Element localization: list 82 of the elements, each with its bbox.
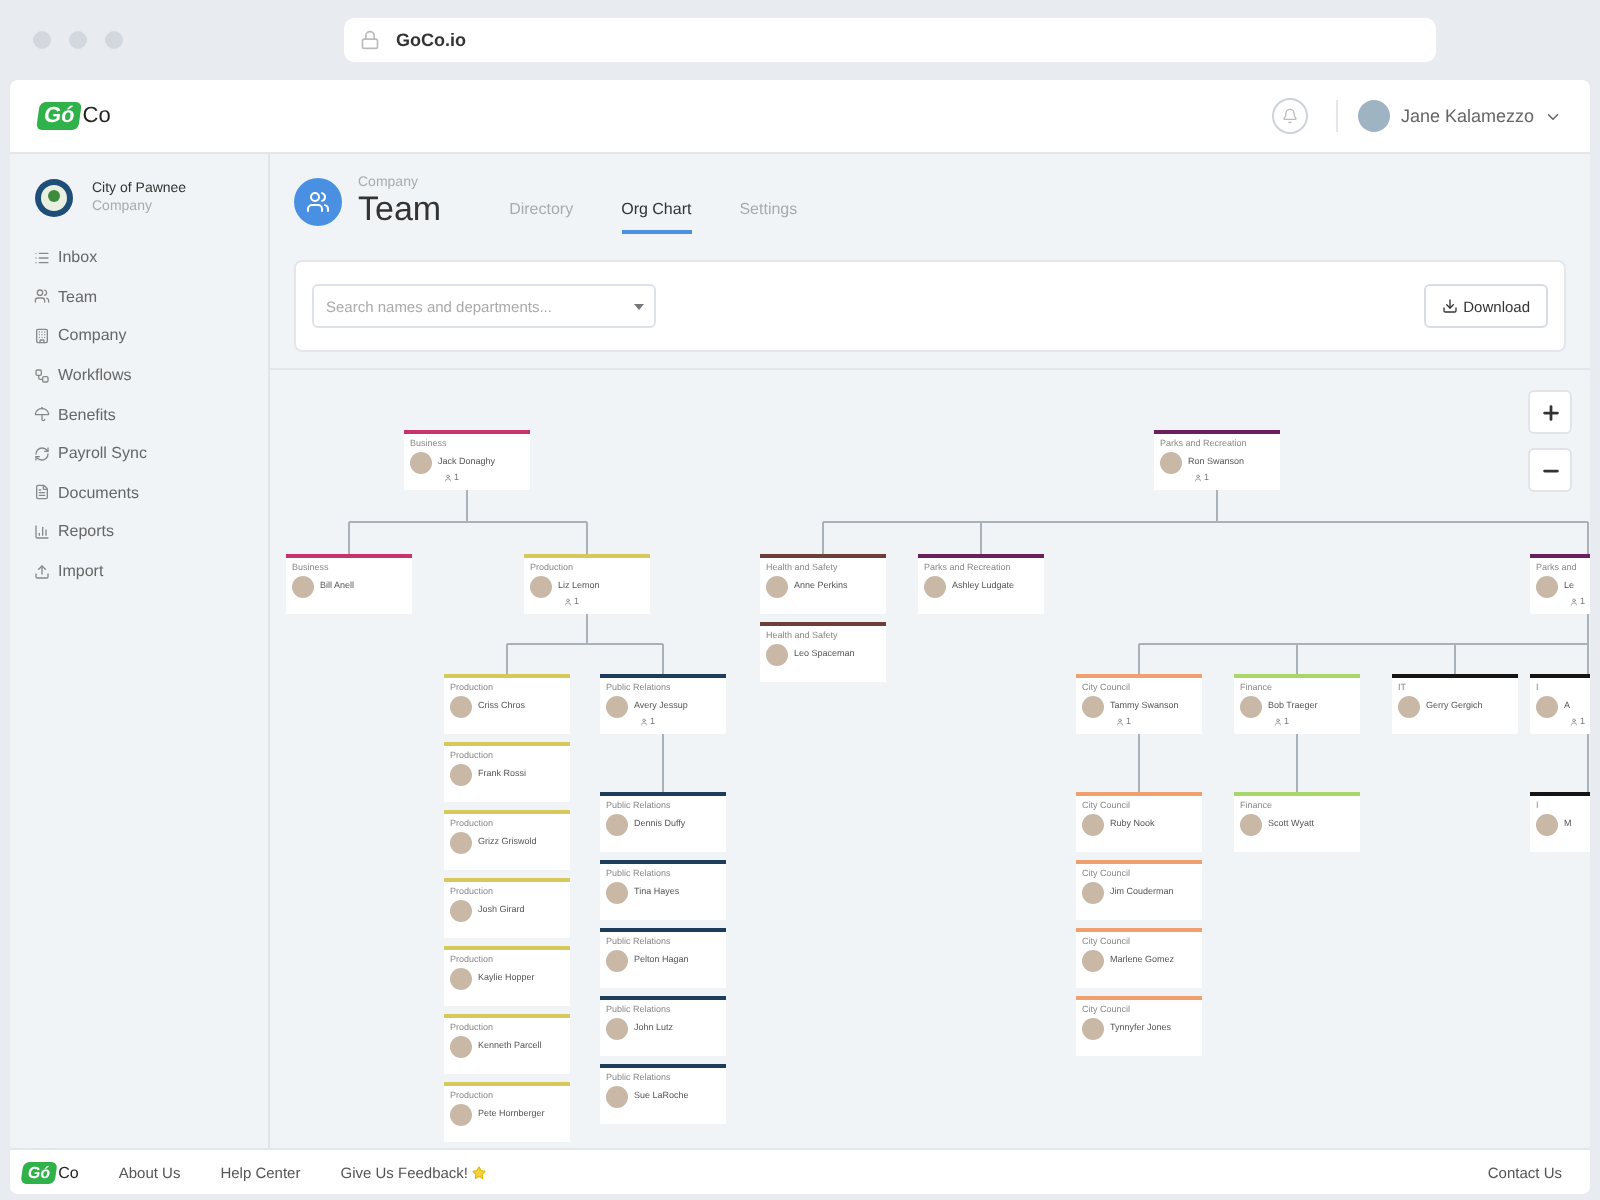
user-menu[interactable]: Jane Kalamezzo	[1336, 100, 1562, 132]
sidebar-item-icon	[34, 406, 50, 423]
bell-icon	[1282, 108, 1299, 124]
avatar-icon	[1398, 696, 1420, 718]
person-icon	[640, 717, 648, 725]
people-icon	[306, 190, 330, 214]
zoom-in-button[interactable]	[1528, 390, 1572, 434]
sidebar-item[interactable]: Workflows	[34, 355, 132, 395]
lock-icon	[360, 30, 380, 50]
zoom-out-button[interactable]	[1528, 448, 1572, 492]
avatar-icon	[1536, 696, 1558, 718]
avatar-icon	[1240, 696, 1262, 718]
connector-line	[1587, 733, 1589, 793]
person-icon	[444, 473, 452, 481]
connector-line	[662, 733, 664, 793]
connector-line	[1296, 733, 1298, 793]
tab[interactable]: Org Chart	[621, 187, 692, 233]
avatar-icon	[1536, 814, 1558, 836]
avatar-icon	[1358, 100, 1391, 132]
plus-icon	[1539, 401, 1561, 423]
person-icon	[564, 597, 572, 605]
sidebar-item[interactable]: Payroll Sync	[34, 433, 147, 474]
logo-text: Co	[82, 104, 111, 128]
connector-line	[1138, 733, 1140, 793]
logo-text: Co	[58, 1163, 79, 1181]
avatar-icon	[766, 576, 788, 598]
sidebar-item-icon	[34, 563, 50, 580]
avatar-icon	[1082, 814, 1104, 836]
download-icon	[1441, 298, 1458, 314]
sidebar-item[interactable]: Inbox	[34, 238, 98, 278]
avatar-icon	[606, 950, 628, 972]
avatar-icon	[1536, 576, 1558, 598]
avatar-icon	[1160, 452, 1182, 474]
logo-mark: Gó	[36, 102, 83, 130]
avatar-icon	[450, 764, 472, 786]
sidebar-item[interactable]: Import	[34, 551, 104, 591]
avatar-icon	[606, 814, 628, 836]
avatar-icon	[450, 1036, 472, 1058]
avatar-icon	[292, 576, 314, 598]
avatar-icon	[766, 644, 788, 666]
sidebar-item-icon	[34, 288, 50, 305]
sidebar-item[interactable]: Reports	[34, 512, 115, 552]
avatar-icon	[606, 1018, 628, 1040]
sidebar-item-icon	[34, 484, 50, 501]
url-text: GoCo.io	[396, 30, 466, 50]
avatar-icon	[1082, 882, 1104, 904]
page-title: Team	[358, 189, 442, 229]
avatar-icon	[450, 832, 472, 854]
avatar-icon	[1240, 814, 1262, 836]
avatar-icon	[924, 576, 946, 598]
sidebar-item[interactable]: Benefits	[34, 394, 116, 434]
avatar-icon	[1082, 1018, 1104, 1040]
avatar-icon	[606, 696, 628, 718]
sidebar-item-icon	[34, 327, 50, 344]
sidebar-item-icon	[34, 523, 50, 540]
avatar-icon	[450, 900, 472, 922]
logo-mark: Gó	[20, 1161, 58, 1183]
avatar-icon	[410, 452, 432, 474]
notifications-button[interactable]	[1272, 98, 1309, 134]
dropdown-caret-icon	[634, 303, 644, 309]
star-icon	[472, 1165, 487, 1179]
avatar-icon	[606, 882, 628, 904]
sidebar-item-icon	[34, 249, 50, 266]
avatar-icon	[530, 576, 552, 598]
person-icon	[1274, 717, 1282, 725]
sidebar-item-icon	[34, 445, 50, 462]
person-icon	[1570, 717, 1578, 725]
person-icon	[1194, 473, 1202, 481]
sidebar-item[interactable]: Team	[34, 277, 98, 317]
avatar-icon	[1082, 696, 1104, 718]
person-icon	[1570, 597, 1578, 605]
avatar-icon	[450, 968, 472, 990]
avatar-icon	[450, 1104, 472, 1126]
person-icon	[1116, 717, 1124, 725]
avatar-icon	[450, 696, 472, 718]
address-bar[interactable]: GoCo.io	[344, 18, 1436, 62]
avatar-icon	[606, 1086, 628, 1108]
sidebar-item[interactable]: Documents	[34, 473, 139, 513]
sidebar-item-icon	[34, 367, 50, 384]
city-seal-icon	[34, 178, 74, 218]
avatar-icon	[1082, 950, 1104, 972]
sidebar-item[interactable]: Company	[34, 316, 127, 356]
